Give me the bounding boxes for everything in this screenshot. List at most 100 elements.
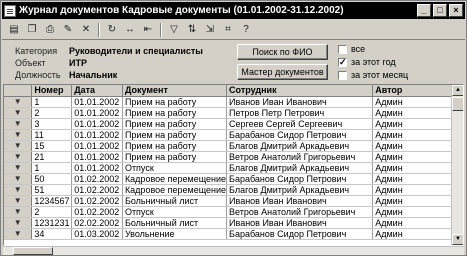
cell-employee: Ветров Анатолий Григорьевич	[226, 151, 374, 163]
row-marker-icon[interactable]: ▼	[4, 195, 33, 207]
cell-employee: Барабанов Сидор Петрович	[226, 173, 374, 185]
column-header-employee[interactable]: Сотрудник	[226, 85, 374, 97]
document-wizard-button[interactable]: Мастер документов	[237, 64, 328, 80]
close-button[interactable]: ×	[449, 4, 463, 17]
scroll-up-icon[interactable]: ▲	[452, 85, 463, 96]
cell-document: Отпуск	[122, 206, 228, 218]
cell-employee: Благов Дмитрий Аркадьевич	[226, 140, 374, 152]
table-row[interactable]: ▼ 11 01.01.2002 Прием на работу Барабанов Си…	[4, 129, 463, 141]
cell-number: 11	[31, 129, 73, 141]
cell-employee: Иванов Иван Иванович	[226, 195, 374, 207]
row-marker-icon[interactable]: ▼	[4, 228, 33, 240]
table-row[interactable]: ▼ 51 01.02.2002 Кадровое перемещение Благов …	[4, 184, 463, 196]
table-row[interactable]: ▼ 2 01.01.2002 Прием на работу Петров Петр П…	[4, 107, 463, 119]
checkbox-box[interactable]: ✓	[338, 57, 347, 67]
print-icon[interactable]: ⎙	[41, 22, 59, 38]
row-marker-icon[interactable]: ▼	[4, 107, 33, 119]
table-row[interactable]: ▼ 1 01.01.2002 Прием на работу Иванов Иван И…	[4, 96, 463, 108]
object-value: ИТР	[69, 58, 87, 68]
column-header-document[interactable]: Документ	[122, 85, 228, 97]
toolbar-separator	[160, 22, 162, 37]
cell-author: Админ	[372, 206, 463, 218]
row-marker-icon[interactable]: ▼	[4, 184, 33, 196]
cell-date: 01.01.2002	[71, 162, 123, 174]
row-marker-icon[interactable]: ▼	[4, 162, 33, 174]
cell-document: Прием на работу	[122, 107, 228, 119]
search-by-fio-button[interactable]: Поиск по ФИО	[237, 44, 328, 60]
cell-number: 1	[31, 162, 73, 174]
checkbox-box[interactable]	[338, 44, 347, 54]
cell-author: Админ	[372, 195, 463, 207]
horizontal-scrollbar[interactable]	[3, 246, 464, 255]
cell-document: Кадровое перемещение	[122, 173, 228, 185]
vertical-scrollbar[interactable]: ▲ ▼	[451, 85, 463, 245]
journal-window: Журнал документов Кадровые документы (01…	[0, 0, 467, 256]
filter-panel: Категория Руководители и специалисты Объ…	[15, 45, 203, 81]
position-value: Начальник	[69, 70, 118, 80]
cell-author: Админ	[372, 118, 463, 130]
table-row[interactable]: ▼ 1231231 02.02.2002 Больничный лист Иванов …	[4, 217, 463, 229]
column-header-number[interactable]: Номер	[31, 85, 73, 97]
table-row[interactable]: ▼ 21 01.01.2002 Прием на работу Ветров Анато…	[4, 151, 463, 163]
range-icon[interactable]: ↔	[121, 22, 139, 38]
table-row[interactable]: ▼ 1 01.01.2002 Отпуск Благов Дмитрий Аркадье…	[4, 162, 463, 174]
minimize-button[interactable]: _	[417, 4, 431, 17]
row-marker-icon[interactable]: ▼	[4, 151, 33, 163]
this-year-checkbox[interactable]: ✓ за этот год	[338, 57, 396, 67]
this-year-checkbox-label: за этот год	[351, 57, 396, 67]
row-marker-icon[interactable]: ▼	[4, 173, 33, 185]
table-row[interactable]: ▼ 3 01.01.2002 Прием на работу Сергеев Серге…	[4, 118, 463, 130]
maximize-button[interactable]: □	[433, 4, 447, 17]
copy-icon[interactable]: ❐	[23, 22, 41, 38]
refresh-icon[interactable]: ↻	[103, 22, 121, 38]
first-icon[interactable]: ⇤	[139, 22, 157, 38]
horizontal-scroll-thumb[interactable]	[13, 247, 53, 255]
category-value: Руководители и специалисты	[69, 46, 203, 56]
cell-author: Админ	[372, 140, 463, 152]
table-row[interactable]: ▼ 1234567 01.02.2002 Больничный лист Иванов …	[4, 195, 463, 207]
table-row[interactable]: ▼ 34 01.03.2002 Увольнение Барабанов Сидор П…	[4, 228, 463, 240]
scroll-thumb[interactable]	[452, 97, 463, 111]
this-month-checkbox[interactable]: за этот месяц	[338, 70, 408, 80]
export-icon[interactable]: ⇲	[201, 22, 219, 38]
delete-icon[interactable]: ✕	[77, 22, 95, 38]
row-marker-icon[interactable]: ▼	[4, 96, 33, 108]
all-checkbox-label: все	[351, 44, 366, 54]
all-checkbox[interactable]: все	[338, 44, 365, 54]
cell-author: Админ	[372, 173, 463, 185]
cell-number: 15	[31, 140, 73, 152]
cell-date: 01.01.2002	[71, 118, 123, 130]
table-row[interactable]: ▼ 50 01.02.2002 Кадровое перемещение Барабан…	[4, 173, 463, 185]
cell-employee: Иванов Иван Иванович	[226, 217, 374, 229]
cell-author: Админ	[372, 184, 463, 196]
cell-document: Прием на работу	[122, 118, 228, 130]
cell-document: Прием на работу	[122, 96, 228, 108]
help-icon[interactable]: ?	[237, 22, 255, 38]
cell-employee: Барабанов Сидор Петрович	[226, 228, 374, 240]
row-marker-icon[interactable]: ▼	[4, 118, 33, 130]
checkbox-box[interactable]	[338, 70, 347, 80]
sort-icon[interactable]: ⇅	[183, 22, 201, 38]
object-label: Объект	[15, 58, 46, 68]
row-marker-icon[interactable]: ▼	[4, 206, 33, 218]
cell-author: Админ	[372, 162, 463, 174]
cell-document: Прием на работу	[122, 140, 228, 152]
cell-number: 1234567	[31, 195, 73, 207]
documents-grid: Номер Дата Документ Сотрудник Автор ▼ 1 01…	[3, 84, 464, 246]
cell-employee: Иванов Иван Иванович	[226, 96, 374, 108]
row-marker-icon[interactable]: ▼	[4, 140, 33, 152]
row-marker-icon[interactable]: ▼	[4, 217, 33, 229]
row-marker-icon[interactable]: ▼	[4, 129, 33, 141]
cell-date: 02.02.2002	[71, 217, 123, 229]
filter-icon[interactable]: ▽	[165, 22, 183, 38]
table-row[interactable]: ▼ 15 01.01.2002 Прием на работу Благов Дмитр…	[4, 140, 463, 152]
table-row[interactable]: ▼ 2 01.02.2002 Отпуск Ветров Анатолий Григор…	[4, 206, 463, 218]
cell-author: Админ	[372, 228, 463, 240]
edit-icon[interactable]: ✎	[59, 22, 77, 38]
tree-icon[interactable]: ⌗	[219, 22, 237, 38]
new-doc-icon[interactable]: ▤	[5, 22, 23, 38]
scroll-down-icon[interactable]: ▼	[452, 234, 463, 245]
column-header-date[interactable]: Дата	[71, 85, 123, 97]
toolbar-separator	[98, 22, 100, 37]
column-header-author[interactable]: Автор	[372, 85, 463, 97]
